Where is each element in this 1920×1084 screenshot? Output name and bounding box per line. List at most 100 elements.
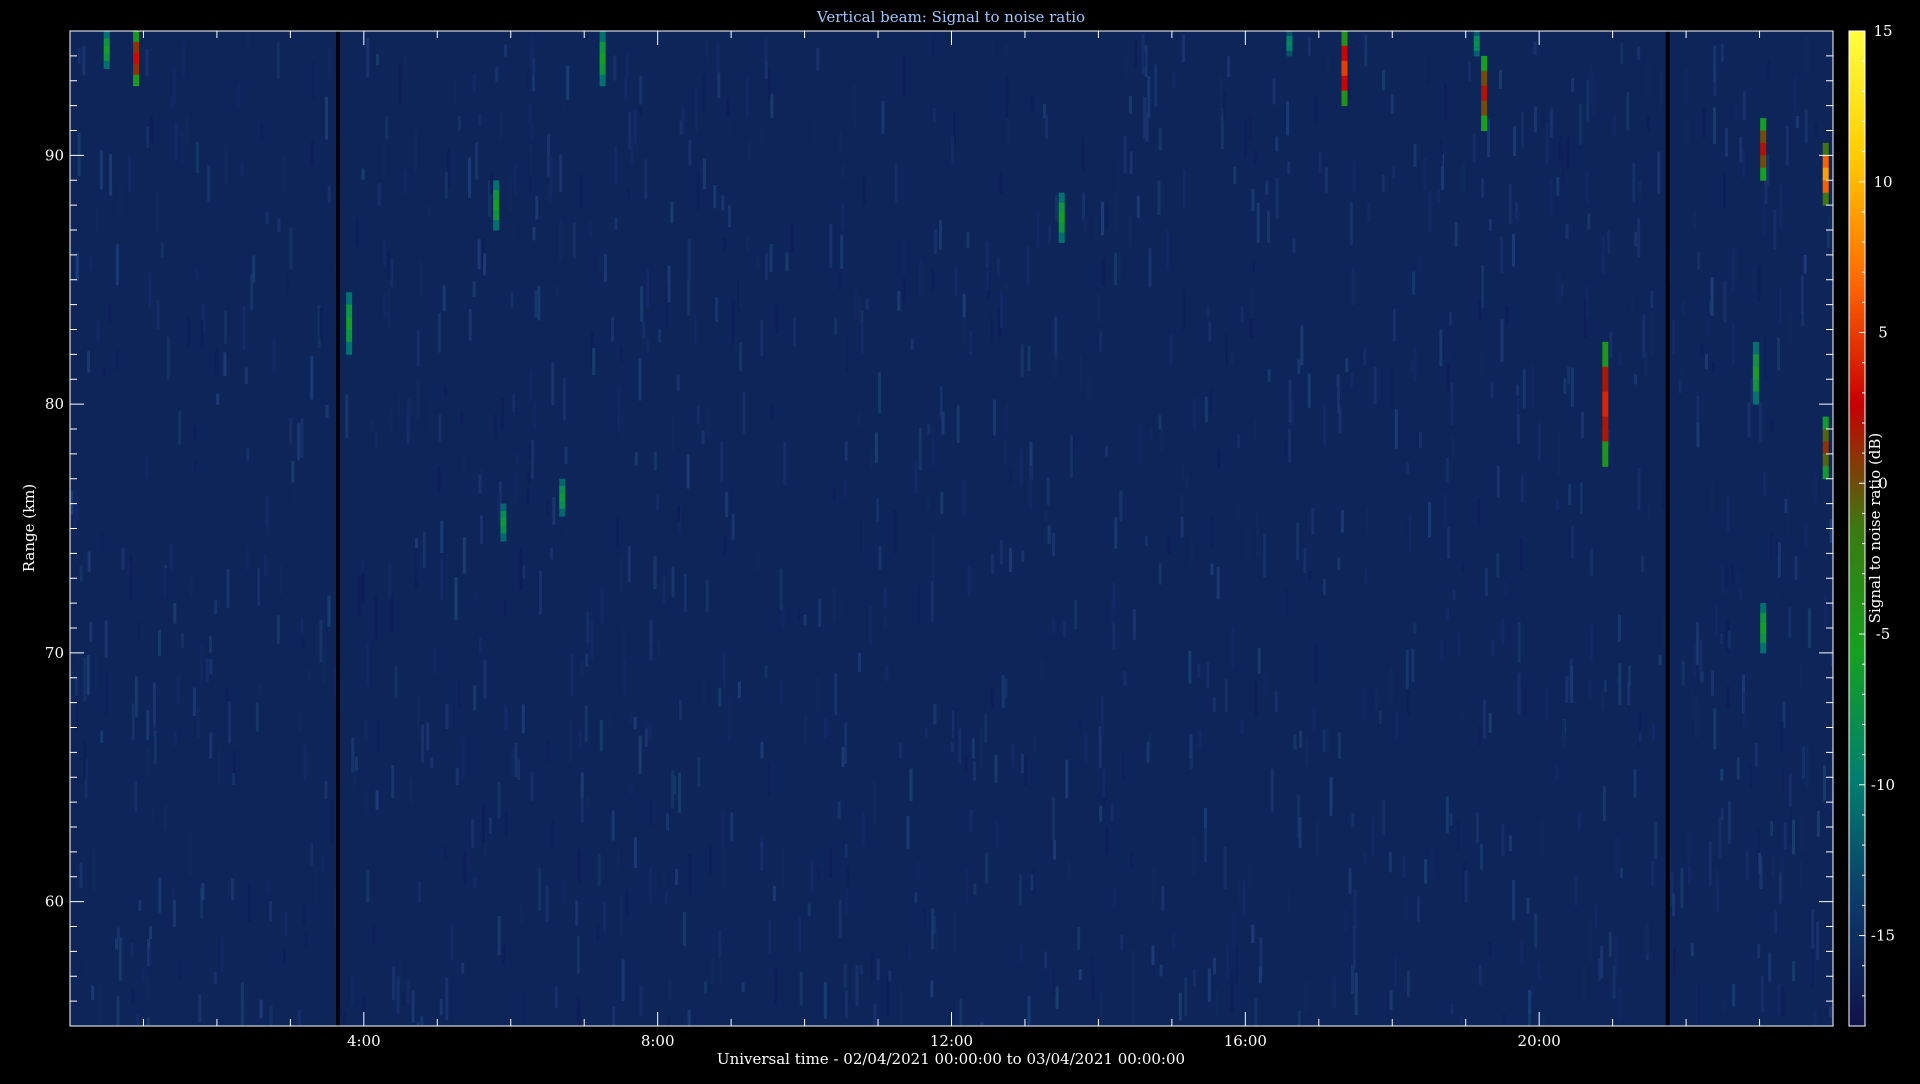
noise-speckle <box>668 978 672 1001</box>
noise-speckle <box>1804 523 1808 547</box>
noise-speckle <box>1638 180 1642 201</box>
noise-speckle <box>455 767 459 785</box>
noise-speckle <box>768 920 772 955</box>
noise-speckle <box>1337 557 1341 571</box>
noise-speckle <box>479 515 483 545</box>
noise-speckle <box>134 781 138 812</box>
noise-speckle <box>232 772 236 785</box>
noise-speckle <box>1571 525 1575 559</box>
noise-speckle <box>893 509 897 554</box>
noise-speckle <box>1445 457 1449 483</box>
noise-speckle <box>1160 426 1164 452</box>
noise-speckle <box>931 269 935 291</box>
noise-speckle <box>1314 96 1318 122</box>
noise-speckle <box>310 843 313 866</box>
noise-speckle <box>185 115 189 145</box>
noise-speckle <box>1206 662 1210 688</box>
noise-speckle <box>444 385 448 399</box>
noise-speckle <box>1480 349 1484 376</box>
echo-segment <box>103 45 110 54</box>
noise-speckle <box>1314 642 1318 683</box>
noise-speckle <box>995 820 999 849</box>
noise-speckle <box>1216 566 1220 600</box>
noise-speckle <box>639 985 643 1016</box>
echo-trace <box>1286 31 1293 57</box>
noise-speckle <box>639 107 642 118</box>
noise-speckle <box>1178 992 1182 1021</box>
noise-speckle <box>688 140 692 166</box>
noise-speckle <box>255 702 259 732</box>
noise-speckle <box>711 957 715 984</box>
echo-trace <box>346 292 353 355</box>
noise-speckle <box>1027 345 1031 372</box>
noise-speckle <box>843 964 847 988</box>
noise-speckle <box>608 714 612 727</box>
echo-segment <box>1760 130 1767 144</box>
noise-speckle <box>627 186 631 201</box>
noise-speckle <box>1100 696 1104 737</box>
noise-speckle <box>1204 823 1207 863</box>
noise-speckle <box>372 924 376 945</box>
noise-speckle <box>702 75 706 111</box>
noise-speckle <box>646 269 650 308</box>
noise-speckle <box>118 182 122 217</box>
noise-speckle <box>1388 851 1392 873</box>
echo-segment <box>500 511 507 520</box>
noise-speckle <box>1250 286 1253 319</box>
noise-speckle <box>1478 965 1482 985</box>
noise-speckle <box>1829 790 1833 811</box>
noise-speckle <box>678 772 682 813</box>
noise-speckle <box>1112 623 1116 650</box>
noise-speckle <box>1132 609 1136 640</box>
noise-speckle <box>1662 615 1666 650</box>
noise-speckle <box>1084 732 1088 763</box>
noise-speckle <box>829 848 833 878</box>
noise-speckle <box>983 310 986 339</box>
noise-speckle <box>1762 194 1766 235</box>
noise-speckle <box>1793 77 1797 112</box>
noise-speckle <box>146 126 150 148</box>
noise-speckle <box>1362 33 1365 53</box>
noise-speckle <box>1208 322 1212 342</box>
noise-speckle <box>224 144 228 185</box>
noise-speckle <box>1534 913 1538 948</box>
noise-speckle <box>1410 360 1414 374</box>
noise-speckle <box>166 336 170 380</box>
noise-speckle <box>95 205 99 232</box>
noise-speckle <box>872 781 876 825</box>
echo-segment <box>599 63 606 76</box>
noise-speckle <box>1522 368 1526 409</box>
noise-speckle <box>1134 39 1138 69</box>
noise-speckle <box>173 731 177 746</box>
noise-speckle <box>1161 886 1165 912</box>
noise-speckle <box>1285 588 1289 619</box>
noise-speckle <box>1019 945 1023 962</box>
noise-speckle <box>245 545 249 571</box>
noise-speckle <box>790 223 794 253</box>
noise-speckle <box>1633 768 1637 798</box>
noise-speckle <box>1081 137 1085 171</box>
noise-speckle <box>416 697 420 740</box>
noise-speckle <box>859 965 863 976</box>
echo-segment <box>599 41 606 54</box>
noise-speckle <box>599 719 603 752</box>
echo-segment <box>103 53 110 62</box>
noise-speckle <box>1265 180 1269 196</box>
noise-speckle <box>1386 992 1390 1023</box>
noise-speckle <box>364 792 368 814</box>
noise-speckle <box>137 621 140 640</box>
noise-speckle <box>277 218 281 233</box>
colorbar-tick-label: -5 <box>1876 625 1891 643</box>
noise-speckle <box>226 568 230 608</box>
noise-speckle <box>1732 983 1736 1007</box>
noise-speckle <box>1413 623 1417 634</box>
noise-speckle <box>1018 874 1022 906</box>
noise-speckle <box>429 398 433 437</box>
noise-speckle <box>1447 527 1451 559</box>
noise-speckle <box>246 448 250 461</box>
noise-speckle <box>1685 69 1689 104</box>
noise-speckle <box>1816 810 1820 837</box>
noise-speckle <box>662 575 666 604</box>
noise-speckle <box>1587 213 1591 230</box>
plot-area <box>70 31 1833 1026</box>
